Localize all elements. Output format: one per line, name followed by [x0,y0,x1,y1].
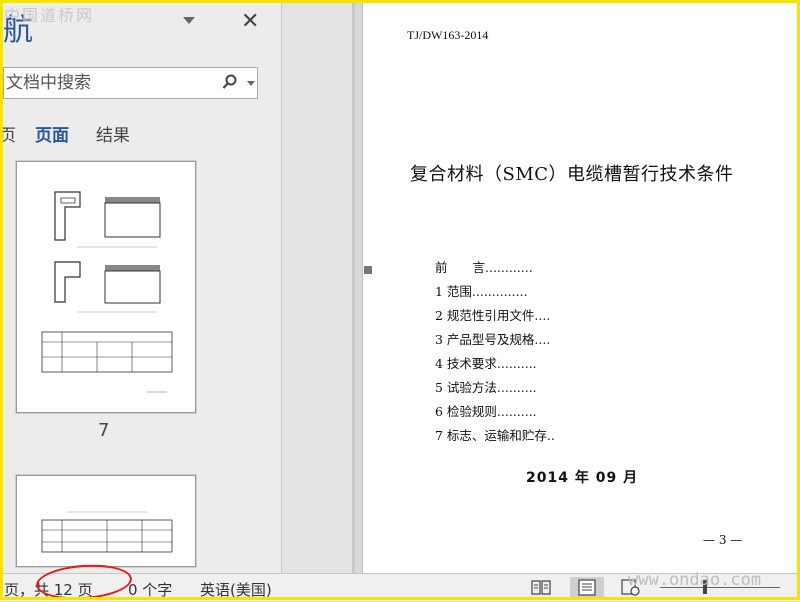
word-count-status[interactable]: 0 个字 [128,579,172,600]
search-input[interactable] [4,68,218,98]
search-icon[interactable] [222,74,238,92]
page-thumbnail-7[interactable] [16,161,196,413]
navigation-pane: 航 ✕ 页 页面 结果 [3,3,282,573]
page-icon [578,579,596,596]
close-icon[interactable]: ✕ [241,9,259,34]
search-box [3,67,258,99]
page-thumbnail-content [41,191,173,393]
page-thumbnail-8[interactable] [16,475,196,567]
tab-results[interactable]: 结果 [96,121,130,146]
table-of-contents: 前 言............ 1 范围.............. 2 规范性… [435,256,555,448]
toc-item[interactable]: 5 试验方法.......... [435,376,555,400]
tab-pages[interactable]: 页面 [35,121,69,146]
chevron-down-icon[interactable] [183,17,195,24]
toc-item[interactable]: 2 规范性引用文件.... [435,304,555,328]
page-thumbnail-content [41,511,173,553]
toc-item[interactable]: 3 产品型号及规格.... [435,328,555,352]
book-icon [531,580,551,595]
toc-item[interactable]: 前 言............ [435,256,555,280]
toc-item[interactable]: 4 技术要求.......... [435,352,555,376]
page-number: — 3 — [703,533,743,547]
document-page: TJ/DW163-2014 复合材料（SMC）电缆槽暂行技术条件 前 言....… [362,3,798,573]
page-marker [364,266,372,274]
language-status[interactable]: 英语(美国) [200,579,272,600]
thumbnail-page-number: 7 [98,420,110,441]
watermark-bottom: www.ondao.com [628,570,762,590]
toc-item[interactable]: 6 检验规则.......... [435,400,555,424]
print-layout-button[interactable] [570,577,604,597]
document-date: 2014 年 09 月 [526,470,639,486]
standard-code: TJ/DW163-2014 [407,28,489,42]
toc-item[interactable]: 1 范围.............. [435,280,555,304]
watermark-top: 中国道桥网 [4,6,95,25]
document-title: 复合材料（SMC）电缆槽暂行技术条件 [410,164,734,185]
tab-headings[interactable]: 页 [3,121,16,146]
toc-item[interactable]: 7 标志、运输和贮存.. [435,424,555,448]
search-options-dropdown[interactable] [247,81,255,86]
read-mode-button[interactable] [528,577,554,597]
pane-splitter[interactable] [282,3,355,573]
